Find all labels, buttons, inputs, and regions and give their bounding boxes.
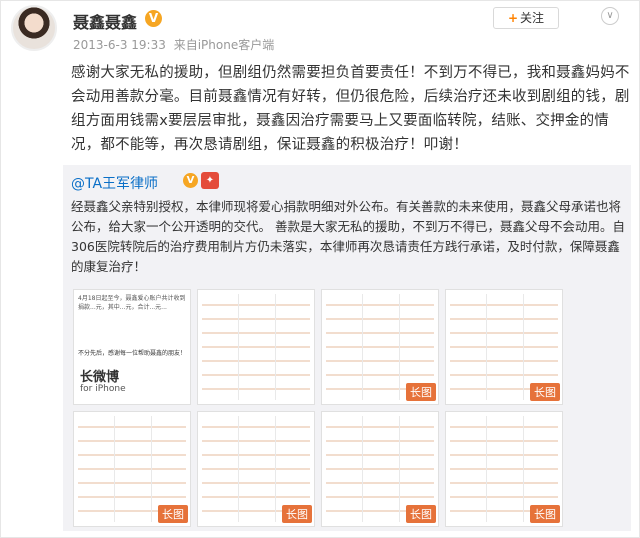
image-cta: 不分先后，感谢每一位帮助聂鑫的朋友！ — [78, 350, 187, 357]
image-thumb[interactable]: 长图 — [321, 289, 439, 405]
verified-icon: V — [145, 10, 162, 27]
follow-label: 关注 — [520, 11, 545, 25]
post-source-prefix: 来自 — [173, 38, 198, 52]
image-thumb[interactable] — [197, 289, 315, 405]
repost-author[interactable]: @TA王军律师 — [71, 173, 158, 193]
image-thumb[interactable]: 长图 — [445, 289, 563, 405]
repost-verified-icon: V — [183, 173, 198, 188]
long-image-tag: 长图 — [406, 383, 436, 401]
long-image-tag: 长图 — [158, 505, 188, 523]
follow-button[interactable]: + 关注 — [493, 7, 559, 29]
long-image-tag: 长图 — [530, 505, 560, 523]
image-thumb[interactable]: 4月18日起至今，聂鑫爱心账户共计收到捐款...元，其中...元，合计...元.… — [73, 289, 191, 405]
long-image-tag: 长图 — [406, 505, 436, 523]
long-image-tag: 长图 — [530, 383, 560, 401]
image-brand: 长微博 — [80, 370, 120, 385]
repost-text: 经聂鑫父亲特别授权，本律师现将爱心捐款明细对外公布。有关善款的未来使用，聂鑫父母… — [71, 199, 625, 274]
chevron-down-icon[interactable]: ∨ — [601, 7, 619, 25]
weibo-post: 聂鑫聂鑫 V 2013-6-3 19:33 来自iPhone客户端 + 关注 ∨ … — [0, 0, 640, 538]
long-image-tag: 长图 — [282, 505, 312, 523]
repost-card: @TA王军律师 V ✦ 经聂鑫父亲特别授权，本律师现将爱心捐款明细对外公布。有关… — [63, 165, 631, 531]
post-meta: 2013-6-3 19:33 来自iPhone客户端 — [73, 36, 274, 53]
image-grid: 4月18日起至今，聂鑫爱心账户共计收到捐款...元，其中...元，合计...元.… — [73, 289, 631, 529]
image-caption: 4月18日起至今，聂鑫爱心账户共计收到捐款...元，其中...元，合计...元.… — [78, 295, 186, 311]
post-text: 感谢大家无私的援助，但剧组仍然需要担负首要责任！不到万不得已，我和聂鑫妈妈不会动… — [71, 65, 630, 153]
image-thumb[interactable]: 长图 — [73, 411, 191, 527]
post-source[interactable]: iPhone客户端 — [198, 38, 275, 52]
author-name[interactable]: 聂鑫聂鑫 — [73, 9, 137, 33]
image-thumb[interactable]: 长图 — [445, 411, 563, 527]
image-thumb[interactable]: 长图 — [197, 411, 315, 527]
image-brand-sub: for iPhone — [80, 384, 126, 394]
post-timestamp[interactable]: 2013-6-3 19:33 — [73, 38, 166, 52]
author-avatar[interactable] — [11, 5, 57, 51]
image-thumb[interactable]: 长图 — [321, 411, 439, 527]
gift-icon: ✦ — [201, 172, 219, 189]
plus-icon: + — [507, 11, 519, 25]
